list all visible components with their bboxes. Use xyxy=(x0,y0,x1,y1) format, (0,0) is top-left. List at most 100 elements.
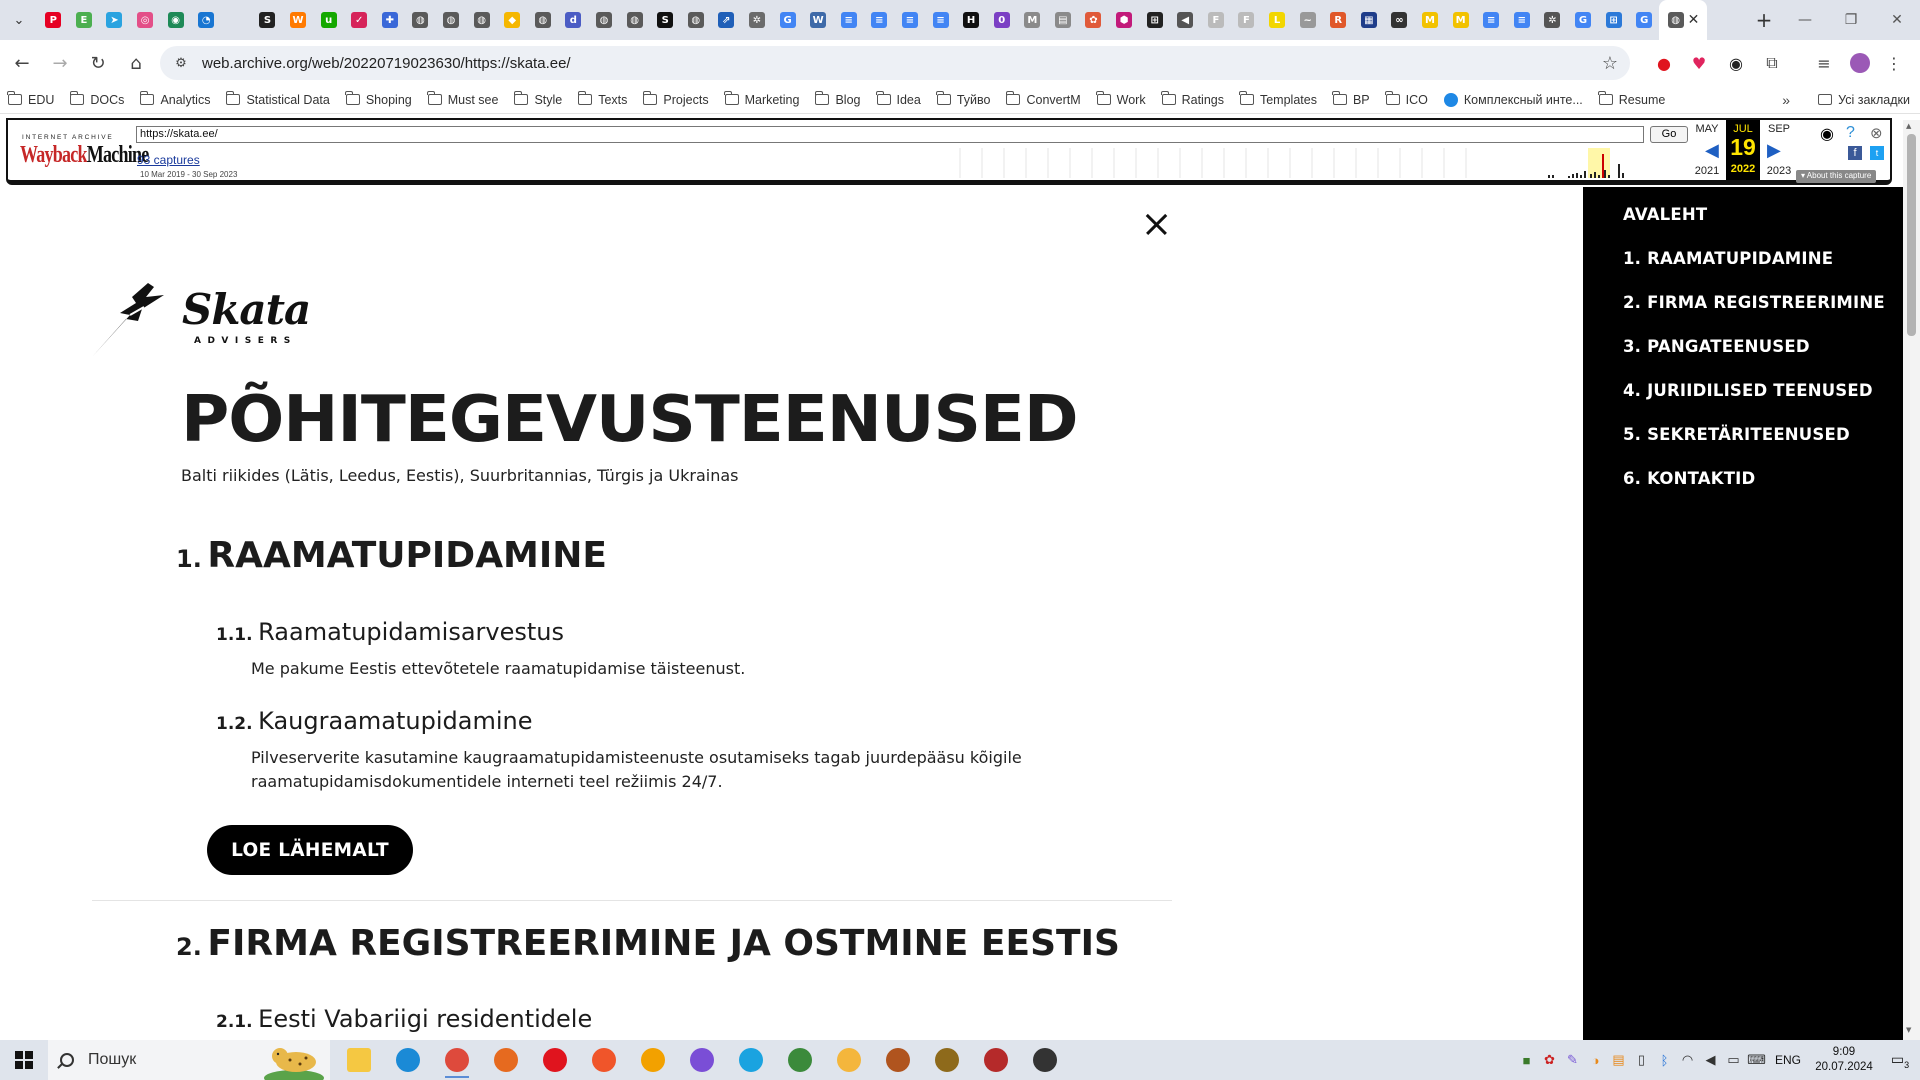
wayback-next-year[interactable]: 2023 xyxy=(1762,165,1796,177)
browser-tab[interactable]: ⊞ xyxy=(1598,0,1629,40)
home-icon[interactable]: ⌂ xyxy=(120,47,152,79)
tray-app-icon[interactable]: ◑ xyxy=(1584,1040,1607,1080)
bookmark-folder[interactable]: Must see xyxy=(420,86,507,114)
taskbar-app[interactable] xyxy=(535,1040,575,1080)
nav-item-contacts[interactable]: 6. KONTAKTID xyxy=(1623,469,1755,488)
minimize-icon[interactable]: — xyxy=(1782,0,1828,40)
browser-tab[interactable]: ⇗ xyxy=(711,0,742,40)
browser-tab[interactable]: ∞ xyxy=(1384,0,1415,40)
bookmark-folder[interactable]: Комплексный инте... xyxy=(1436,86,1591,114)
browser-tab[interactable]: ◍ xyxy=(528,0,559,40)
browser-tab[interactable]: ◆ xyxy=(497,0,528,40)
browser-tab[interactable]: ✓ xyxy=(344,0,375,40)
browser-tab[interactable]: ➤ xyxy=(99,0,130,40)
browser-tab[interactable]: M xyxy=(1017,0,1048,40)
taskbar-app[interactable] xyxy=(388,1040,428,1080)
taskbar-app[interactable] xyxy=(486,1040,526,1080)
bookmark-folder[interactable]: Blog xyxy=(807,86,868,114)
browser-tab[interactable] xyxy=(222,0,253,40)
browser-tab[interactable]: L xyxy=(1262,0,1293,40)
bookmark-folder[interactable]: Marketing xyxy=(717,86,808,114)
wayback-logo[interactable]: WaybackMachine xyxy=(20,142,149,169)
nav-item-home[interactable]: AVALEHT xyxy=(1623,205,1707,224)
browser-tab[interactable]: ~ xyxy=(1292,0,1323,40)
twitter-share-icon[interactable]: t xyxy=(1870,146,1884,160)
close-tab-icon[interactable]: ✕ xyxy=(1688,12,1700,28)
bluetooth-icon[interactable]: ᛒ xyxy=(1653,1040,1676,1080)
browser-tab[interactable]: d xyxy=(558,0,589,40)
reload-icon[interactable]: ↻ xyxy=(82,47,114,79)
browser-tab[interactable]: ◍ xyxy=(589,0,620,40)
browser-tab[interactable]: 0 xyxy=(986,0,1017,40)
bookmark-folder[interactable]: Projects xyxy=(635,86,716,114)
taskbar-app[interactable] xyxy=(829,1040,869,1080)
bookmark-folder[interactable]: Idea xyxy=(869,86,929,114)
site-info-icon[interactable]: ⚙ xyxy=(166,56,196,71)
taskbar-app[interactable] xyxy=(437,1040,477,1080)
bookmark-folder[interactable]: Work xyxy=(1089,86,1154,114)
bookmark-folder[interactable]: ConvertM xyxy=(998,86,1088,114)
new-tab-button[interactable]: + xyxy=(1746,0,1782,40)
taskbar-app[interactable] xyxy=(780,1040,820,1080)
taskbar-search-box[interactable]: Пошук xyxy=(48,1040,330,1080)
scrollbar-thumb[interactable] xyxy=(1907,134,1916,336)
browser-tab[interactable]: S xyxy=(650,0,681,40)
browser-tab[interactable]: ◎ xyxy=(130,0,161,40)
browser-tab[interactable]: F xyxy=(1231,0,1262,40)
nav-item-company-registration[interactable]: 2. FIRMA REGISTREERIMINE xyxy=(1623,293,1885,312)
browser-tab[interactable]: H xyxy=(956,0,987,40)
browser-tab[interactable]: ≡ xyxy=(833,0,864,40)
browser-tab[interactable]: ◍ xyxy=(680,0,711,40)
bookmark-folder[interactable]: Resume xyxy=(1591,86,1674,114)
browser-tab[interactable]: W xyxy=(283,0,314,40)
bookmark-folder[interactable]: DOCs xyxy=(62,86,132,114)
wayback-go-button[interactable]: Go xyxy=(1650,126,1688,143)
tab-search-chevron-icon[interactable]: ⌄ xyxy=(0,0,38,40)
input-icon[interactable]: ⌨ xyxy=(1745,1040,1768,1080)
browser-tab[interactable]: G xyxy=(772,0,803,40)
wayback-prev-arrow-icon[interactable]: ◀ xyxy=(1705,140,1719,161)
nav-item-legal[interactable]: 4. JURIIDILISED TEENUSED xyxy=(1623,381,1873,400)
forward-icon[interactable]: → xyxy=(44,47,76,79)
tray-pen-icon[interactable]: ✎ xyxy=(1561,1040,1584,1080)
browser-tab[interactable]: ◍ xyxy=(436,0,467,40)
bookmarks-overflow-icon[interactable]: » xyxy=(1782,92,1790,108)
wayback-captures-link[interactable]: 93 captures xyxy=(137,153,200,167)
browser-tab[interactable]: ≡ xyxy=(1476,0,1507,40)
browser-tab[interactable]: ⬢ xyxy=(1109,0,1140,40)
notifications-button[interactable]: ▭3 xyxy=(1880,1051,1920,1070)
page-scrollbar[interactable]: ▲ ▼ xyxy=(1903,120,1920,1040)
taskbar-app[interactable] xyxy=(682,1040,722,1080)
browser-tab[interactable]: ◀ xyxy=(1170,0,1201,40)
taskbar-app[interactable] xyxy=(878,1040,918,1080)
browser-tab[interactable]: W xyxy=(803,0,834,40)
restore-icon[interactable]: ❐ xyxy=(1828,0,1874,40)
browser-tab[interactable]: ◍ xyxy=(466,0,497,40)
nav-item-secretarial[interactable]: 5. SEKRETÄRITEENUSED xyxy=(1623,425,1850,444)
language-indicator[interactable]: ENG xyxy=(1768,1053,1808,1067)
wayback-account-icon[interactable]: ◉ xyxy=(1820,124,1834,144)
active-tab[interactable]: ◍ ✕ xyxy=(1659,0,1708,40)
browser-tab[interactable]: M xyxy=(1445,0,1476,40)
browser-tab[interactable]: ⊞ xyxy=(1139,0,1170,40)
profile-avatar-icon[interactable] xyxy=(1844,47,1876,79)
browser-tab[interactable]: ≡ xyxy=(895,0,926,40)
bookmark-folder[interactable]: Ratings xyxy=(1154,86,1232,114)
browser-tab[interactable]: ≡ xyxy=(864,0,895,40)
browser-tab[interactable]: ≡ xyxy=(1507,0,1538,40)
bookmark-folder[interactable]: ICO xyxy=(1378,86,1436,114)
nav-item-accounting[interactable]: 1. RAAMATUPIDAMINE xyxy=(1623,249,1833,268)
browser-tab[interactable]: ▤ xyxy=(1048,0,1079,40)
pocket-extension-icon[interactable]: ♥ xyxy=(1683,47,1715,79)
opera-extension-icon[interactable]: ● xyxy=(1648,47,1680,79)
browser-tab[interactable]: ◍ xyxy=(619,0,650,40)
display-icon[interactable]: ▭ xyxy=(1722,1040,1745,1080)
browser-tab[interactable]: ◍ xyxy=(405,0,436,40)
menu-kebab-icon[interactable]: ⋮ xyxy=(1878,47,1910,79)
browser-tab[interactable]: ▦ xyxy=(1354,0,1385,40)
read-more-button[interactable]: LOE LÄHEMALT xyxy=(207,825,413,875)
tray-app-icon[interactable]: ■ xyxy=(1515,1040,1538,1080)
browser-tab[interactable]: u xyxy=(313,0,344,40)
taskbar-app[interactable] xyxy=(976,1040,1016,1080)
bookmark-folder[interactable]: Shoping xyxy=(338,86,420,114)
